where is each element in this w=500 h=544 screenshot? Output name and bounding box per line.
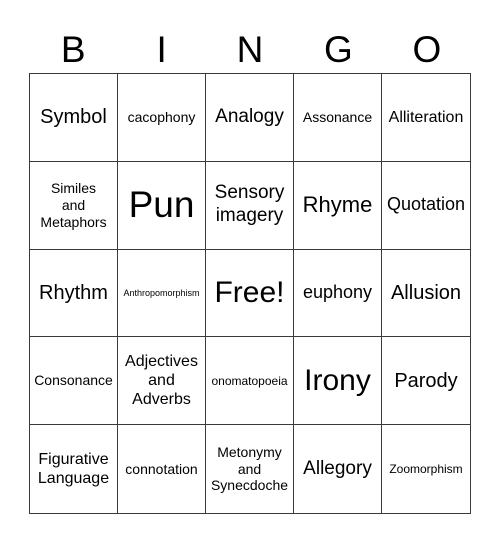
bingo-cell[interactable]: Allegory <box>294 425 382 513</box>
header-letter-i: I <box>156 29 167 70</box>
bingo-cell[interactable]: cacophony <box>118 74 206 162</box>
bingo-cell[interactable]: Assonance <box>294 74 382 162</box>
bingo-cell[interactable]: Adjectives and Adverbs <box>118 337 206 426</box>
bingo-cell[interactable]: Figurative Language <box>30 425 118 513</box>
bingo-cell[interactable]: Alliteration <box>382 74 470 162</box>
bingo-cell[interactable]: onomatopoeia <box>206 337 294 426</box>
bingo-cell[interactable]: Anthropomorphism <box>118 249 206 338</box>
bingo-cell[interactable]: connotation <box>118 425 206 513</box>
bingo-cell[interactable]: euphony <box>294 249 382 338</box>
header-letter-o: O <box>412 29 442 70</box>
bingo-cell[interactable]: Pun <box>118 161 206 250</box>
bingo-cell[interactable]: Consonance <box>30 337 118 426</box>
bingo-cell[interactable]: Quotation <box>382 162 470 250</box>
bingo-cell[interactable]: Similes and Metaphors <box>30 161 118 250</box>
header-letter-n: N <box>236 29 264 70</box>
header-letter-g: G <box>324 29 353 70</box>
bingo-cell[interactable]: Analogy <box>206 74 294 162</box>
bingo-cell-free[interactable]: Free! <box>206 249 294 338</box>
bingo-cell[interactable]: Allusion <box>382 250 470 338</box>
bingo-cell[interactable]: Symbol <box>30 74 118 162</box>
bingo-cell[interactable]: Sensory imagery <box>206 161 294 250</box>
bingo-cell[interactable]: Metonymy and Synecdoche <box>206 425 294 513</box>
bingo-cell[interactable]: Parody <box>382 337 470 426</box>
bingo-cell[interactable]: Rhythm <box>30 249 118 338</box>
bingo-header: B I N G O <box>29 28 471 72</box>
header-letter-b: B <box>60 29 86 70</box>
bingo-cell[interactable]: Zoomorphism <box>382 425 470 513</box>
bingo-cell[interactable]: Irony <box>294 337 382 426</box>
bingo-grid: Symbol cacophony Analogy Assonance Allit… <box>29 73 471 514</box>
bingo-cell[interactable]: Rhyme <box>294 161 382 250</box>
